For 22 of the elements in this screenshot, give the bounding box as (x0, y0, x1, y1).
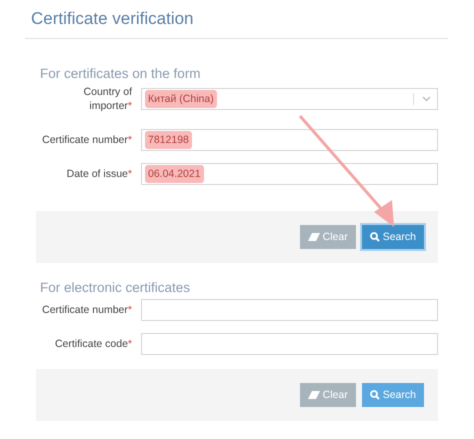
input-field[interactable] (141, 299, 438, 321)
eraser-icon (308, 391, 320, 399)
input-field[interactable]: 06.04.2021 (141, 163, 438, 185)
input-field[interactable] (141, 333, 438, 355)
field-label: Certificate number* (41, 303, 133, 317)
clear-button[interactable]: Clear (300, 225, 356, 249)
input-field[interactable]: 7812198 (141, 129, 438, 151)
field-label: Country of importer* (82, 85, 133, 113)
clear-button[interactable]: Clear (300, 383, 356, 407)
search-icon (370, 232, 380, 242)
search-icon (370, 390, 380, 400)
field-label: Certificate number* (41, 133, 133, 147)
page-title: Certificate verification (30, 8, 195, 30)
search-button[interactable]: Search (362, 225, 424, 249)
field-label: Date of issue* (66, 167, 133, 181)
field-label: Certificate code* (54, 337, 133, 351)
country-dropdown[interactable]: Китай (China) (141, 88, 438, 110)
chevron-down-icon (422, 96, 431, 102)
section-heading: For electronic certificates (40, 280, 192, 297)
eraser-icon (308, 233, 320, 241)
section-heading: For certificates on the form (40, 66, 202, 83)
search-button[interactable]: Search (362, 383, 424, 407)
